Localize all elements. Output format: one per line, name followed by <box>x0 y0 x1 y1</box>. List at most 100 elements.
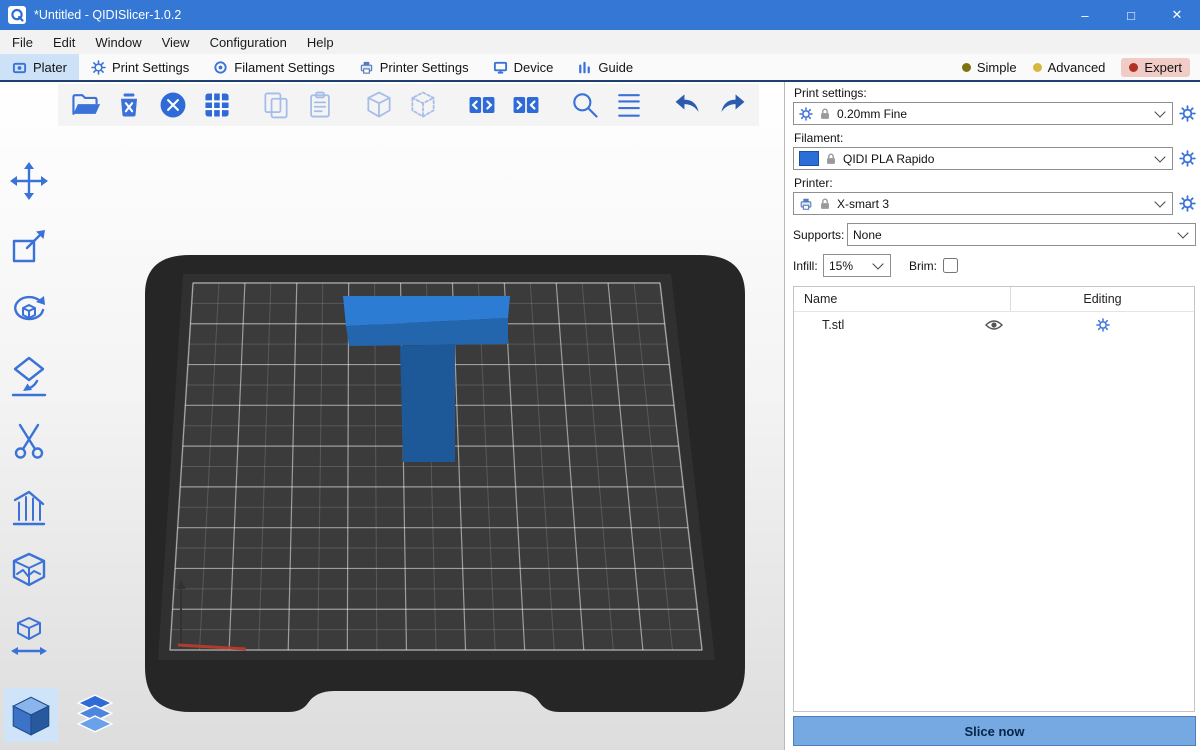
tab-printer-settings[interactable]: Printer Settings <box>347 54 481 80</box>
minimize-button[interactable]: – <box>1062 0 1108 30</box>
add-button[interactable] <box>67 87 103 123</box>
measure-button[interactable] <box>4 611 54 661</box>
move-button[interactable] <box>4 156 54 206</box>
scene <box>0 82 784 750</box>
copy-icon <box>260 89 292 121</box>
lock-icon <box>818 197 832 211</box>
filament-icon <box>213 60 228 75</box>
mode-expert[interactable]: Expert <box>1121 58 1190 77</box>
trash-icon <box>113 89 145 121</box>
variable-layer-height-button[interactable] <box>611 87 647 123</box>
view-mode-switcher <box>4 688 122 742</box>
slice-now-button[interactable]: Slice now <box>793 716 1196 746</box>
seam-painting-button[interactable] <box>4 546 54 596</box>
print-settings-value: 0.20mm Fine <box>837 107 907 121</box>
menu-window[interactable]: Window <box>85 30 151 54</box>
infill-combo[interactable]: 15% <box>823 254 891 277</box>
eye-icon[interactable] <box>985 319 1003 331</box>
paint-supports-button[interactable] <box>4 481 54 531</box>
undo-icon <box>672 89 704 121</box>
lock-icon <box>818 107 832 121</box>
object-row[interactable]: T.stl <box>794 312 1194 338</box>
rotate-button[interactable] <box>4 286 54 336</box>
tabbar: Plater Print Settings Filament Settings … <box>0 54 1200 82</box>
tab-print-settings[interactable]: Print Settings <box>79 54 201 80</box>
printer-combo[interactable]: X-smart 3 <box>793 192 1173 215</box>
tab-label: Printer Settings <box>380 60 469 75</box>
supports-combo[interactable]: None <box>847 223 1196 246</box>
mode-advanced[interactable]: Advanced <box>1033 60 1106 75</box>
print-settings-gear-button[interactable] <box>1179 105 1196 122</box>
place-on-face-button[interactable] <box>4 351 54 401</box>
add-instance-button[interactable] <box>464 87 500 123</box>
menu-view[interactable]: View <box>152 30 200 54</box>
print-settings-icon <box>91 60 106 75</box>
search-button[interactable] <box>567 87 603 123</box>
tab-guide[interactable]: Guide <box>565 54 645 80</box>
filament-gear-button[interactable] <box>1179 150 1196 167</box>
move-icon <box>7 159 51 203</box>
redo-icon <box>716 89 748 121</box>
paste-button[interactable] <box>302 87 338 123</box>
menu-help[interactable]: Help <box>297 30 344 54</box>
mode-simple[interactable]: Simple <box>962 60 1017 75</box>
menu-file[interactable]: File <box>2 30 43 54</box>
remove-instance-button[interactable] <box>508 87 544 123</box>
cube-3d-icon <box>8 692 54 738</box>
column-editing: Editing <box>1010 287 1194 311</box>
editing-icon[interactable] <box>1096 318 1110 332</box>
menubar: File Edit Window View Configuration Help <box>0 30 1200 54</box>
printer-icon <box>799 197 813 211</box>
redo-button[interactable] <box>714 87 750 123</box>
supports-label: Supports: <box>793 228 847 242</box>
supports-value: None <box>853 228 882 242</box>
viewport-3d[interactable] <box>0 82 784 750</box>
printer-gear-button[interactable] <box>1179 195 1196 212</box>
menu-edit[interactable]: Edit <box>43 30 85 54</box>
object-list-header: Name Editing <box>794 287 1194 312</box>
menu-configuration[interactable]: Configuration <box>200 30 297 54</box>
tab-label: Plater <box>33 60 67 75</box>
chevron-down-icon <box>1154 151 1165 162</box>
titlebar[interactable]: *Untitled - QIDISlicer-1.0.2 – □ ✕ <box>0 0 1200 30</box>
filament-value: QIDI PLA Rapido <box>843 152 934 166</box>
instances-in-icon <box>510 89 542 121</box>
arrange-button[interactable] <box>199 87 235 123</box>
split-to-objects-button[interactable] <box>361 87 397 123</box>
folder-open-icon <box>69 89 101 121</box>
preview-layers-button[interactable] <box>68 688 122 742</box>
close-button[interactable]: ✕ <box>1154 0 1200 30</box>
object-list: Name Editing T.stl <box>793 286 1195 712</box>
measure-icon <box>7 614 51 658</box>
copy-button[interactable] <box>258 87 294 123</box>
cut-button[interactable] <box>4 416 54 466</box>
sidebar: Print settings: 0.20mm Fine Filament: QI… <box>784 82 1200 750</box>
undo-button[interactable] <box>670 87 706 123</box>
print-settings-combo[interactable]: 0.20mm Fine <box>793 102 1173 125</box>
filament-combo[interactable]: QIDI PLA Rapido <box>793 147 1173 170</box>
infill-label: Infill: <box>793 259 823 273</box>
brim-checkbox[interactable] <box>943 258 958 273</box>
delete-button[interactable] <box>111 87 147 123</box>
maximize-button[interactable]: □ <box>1108 0 1154 30</box>
tab-label: Device <box>514 60 554 75</box>
mode-selector: Simple Advanced Expert <box>962 54 1200 80</box>
app-window: *Untitled - QIDISlicer-1.0.2 – □ ✕ File … <box>0 0 1200 750</box>
rotate-icon <box>7 289 51 333</box>
delete-all-button[interactable] <box>155 87 191 123</box>
view-3d-button[interactable] <box>4 688 58 742</box>
tab-plater[interactable]: Plater <box>0 54 79 80</box>
object-name: T.stl <box>794 318 977 332</box>
tab-device[interactable]: Device <box>481 54 566 80</box>
scale-button[interactable] <box>4 221 54 271</box>
chevron-down-icon <box>872 258 883 269</box>
guide-icon <box>577 60 592 75</box>
expert-dot-icon <box>1129 63 1138 72</box>
lock-icon <box>824 152 838 166</box>
tab-label: Print Settings <box>112 60 189 75</box>
tab-filament-settings[interactable]: Filament Settings <box>201 54 346 80</box>
mode-label: Simple <box>977 60 1017 75</box>
filament-color-swatch <box>799 151 819 166</box>
search-icon <box>569 89 601 121</box>
split-to-parts-button[interactable] <box>405 87 441 123</box>
